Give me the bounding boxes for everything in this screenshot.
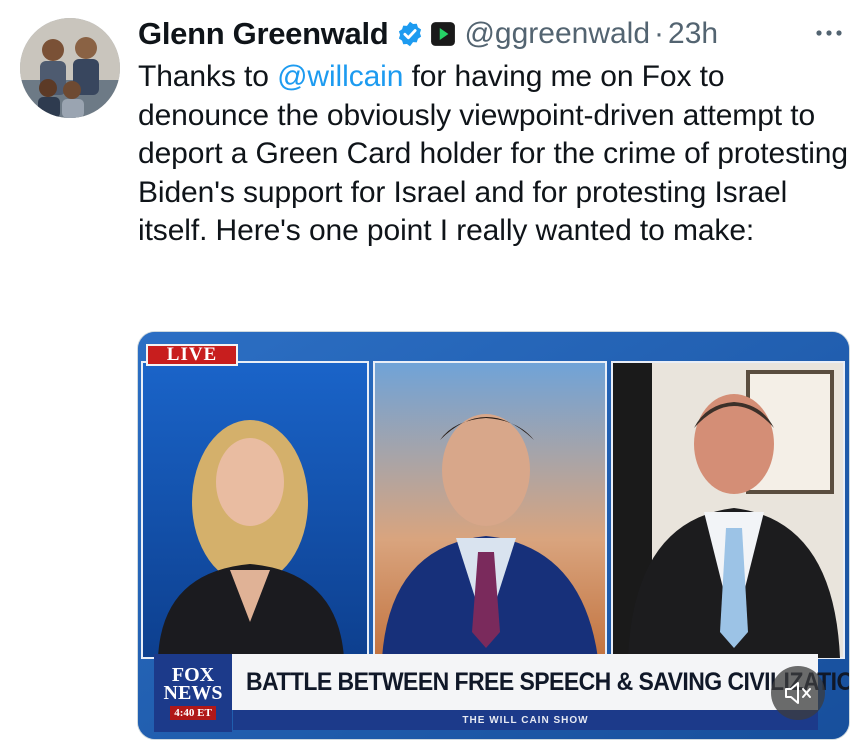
show-name-bar: THE WILL CAIN SHOW bbox=[233, 710, 818, 730]
fox-news-logo: FOX NEWS 4:40 ET bbox=[154, 654, 232, 732]
video-player[interactable]: LIVE BATTLE BETWEEN FREE SPEECH & SAVING… bbox=[137, 331, 850, 740]
tweet-text: Thanks to @willcain for having me on Fox… bbox=[138, 58, 850, 251]
broadcast-clock: 4:40 ET bbox=[170, 706, 216, 720]
logo-line-news: NEWS bbox=[163, 682, 223, 704]
tweet-header: Glenn Greenwald @ggreenwald · 23h bbox=[138, 12, 718, 56]
tweet-text-start: Thanks to bbox=[138, 60, 278, 93]
mute-button[interactable] bbox=[771, 666, 825, 720]
more-options-icon[interactable] bbox=[812, 18, 846, 48]
mention-link[interactable]: @willcain bbox=[277, 60, 403, 93]
chyron-text: BATTLE BETWEEN FREE SPEECH & SAVING CIVI… bbox=[246, 667, 850, 696]
avatar[interactable] bbox=[20, 18, 120, 118]
news-chyron: BATTLE BETWEEN FREE SPEECH & SAVING CIVI… bbox=[158, 654, 849, 710]
author-name[interactable]: Glenn Greenwald bbox=[138, 16, 389, 52]
affiliate-badge-icon[interactable] bbox=[430, 21, 456, 47]
separator-dot: · bbox=[654, 17, 665, 50]
timestamp[interactable]: 23h bbox=[668, 17, 718, 51]
speaker-muted-icon bbox=[785, 682, 811, 704]
live-badge: LIVE bbox=[146, 344, 238, 366]
show-name: THE WILL CAIN SHOW bbox=[462, 714, 589, 726]
author-handle[interactable]: @ggreenwald bbox=[464, 17, 650, 51]
verified-badge-icon[interactable] bbox=[396, 20, 424, 48]
avatar-photo bbox=[20, 18, 120, 118]
